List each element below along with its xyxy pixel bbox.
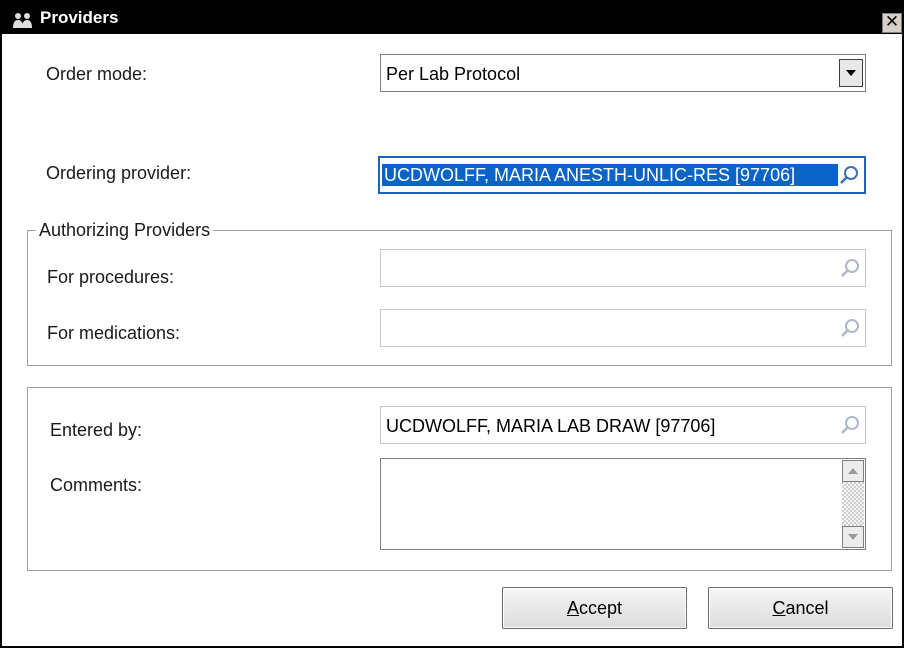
- cancel-mnemonic: C: [772, 598, 786, 618]
- accept-label: ccept: [578, 598, 623, 618]
- entered-by-value: UCDWOLFF, MARIA LAB DRAW [97706]: [386, 416, 716, 436]
- title-bar: Providers ✕: [2, 2, 902, 34]
- close-icon: ✕: [884, 12, 900, 31]
- authorizing-providers-legend: Authorizing Providers: [36, 219, 214, 241]
- for-procedures-label: For procedures:: [47, 267, 175, 287]
- chevron-up-icon: [848, 468, 858, 474]
- comments-textarea[interactable]: [380, 458, 866, 550]
- comments-label: Comments:: [50, 475, 143, 495]
- chevron-down-icon: [848, 534, 858, 540]
- accept-button[interactable]: Accept: [502, 587, 687, 629]
- chevron-down-icon: [846, 70, 856, 76]
- magnifier-icon[interactable]: [839, 317, 861, 339]
- ordering-provider-value: UCDWOLFF, MARIA ANESTH-UNLIC-RES [97706]: [382, 164, 838, 186]
- magnifier-icon[interactable]: [839, 414, 861, 436]
- users-icon: [13, 13, 32, 28]
- cancel-button[interactable]: Cancel: [708, 587, 893, 629]
- ordering-provider-field[interactable]: UCDWOLFF, MARIA ANESTH-UNLIC-RES [97706]: [378, 156, 866, 194]
- order-mode-value: Per Lab Protocol: [386, 64, 521, 84]
- entered-by-field[interactable]: UCDWOLFF, MARIA LAB DRAW [97706]: [380, 406, 866, 444]
- window-title: Providers: [40, 8, 119, 27]
- order-mode-select[interactable]: Per Lab Protocol: [380, 54, 866, 92]
- scroll-up-button[interactable]: [842, 460, 864, 482]
- accept-mnemonic: A: [566, 598, 579, 618]
- close-button[interactable]: ✕: [882, 13, 902, 33]
- magnifier-icon[interactable]: [838, 164, 860, 186]
- magnifier-icon[interactable]: [839, 257, 861, 279]
- entered-by-label: Entered by:: [50, 420, 143, 440]
- providers-dialog: Providers ✕ Order mode: Per Lab Protocol…: [0, 0, 904, 648]
- ordering-provider-label: Ordering provider:: [46, 163, 192, 183]
- for-medications-label: For medications:: [47, 323, 181, 343]
- order-mode-label: Order mode:: [46, 64, 148, 84]
- for-procedures-field[interactable]: [380, 249, 866, 287]
- scroll-down-button[interactable]: [842, 526, 864, 548]
- cancel-label: ancel: [785, 598, 829, 618]
- order-mode-dropdown-button[interactable]: [839, 59, 863, 87]
- comments-scrollbar[interactable]: [842, 460, 864, 548]
- for-medications-field[interactable]: [380, 309, 866, 347]
